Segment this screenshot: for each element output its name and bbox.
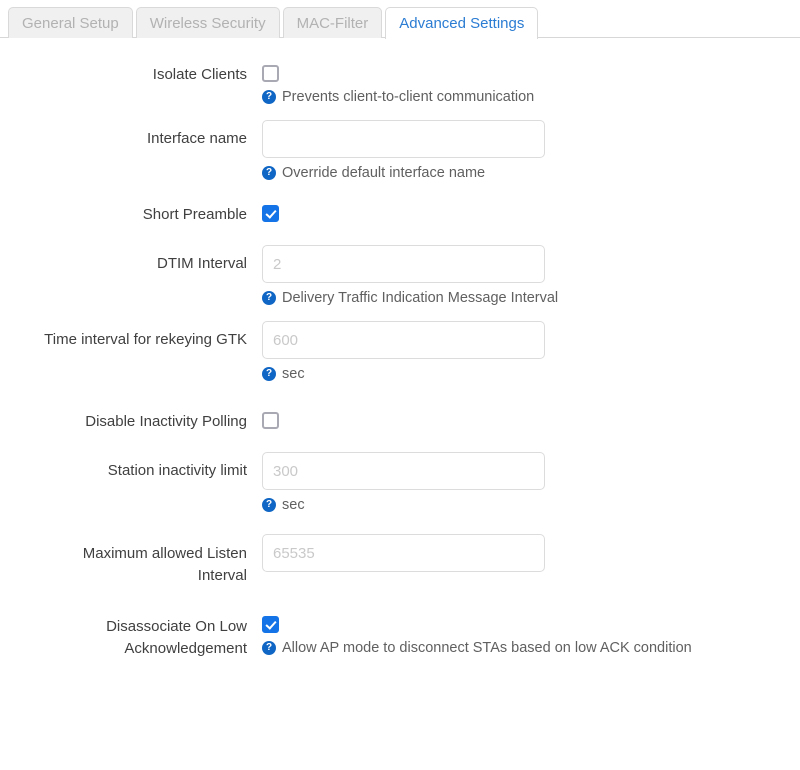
form-row-isolate-clients: Isolate Clients ? Prevents client-to-cli… [0, 56, 800, 106]
help-text: Delivery Traffic Indication Message Inte… [282, 290, 559, 306]
field-max-listen-interval [262, 534, 800, 572]
label-short-preamble: Short Preamble [142, 206, 247, 223]
form-row-short-preamble: Short Preamble [0, 196, 800, 225]
help-text: Allow AP mode to disconnect STAs based o… [282, 640, 692, 656]
label-isolate-clients: Isolate Clients [152, 66, 247, 83]
label-station-inactivity-limit: Station inactivity limit [107, 462, 247, 479]
form-row-disassoc-low-ack: Disassociate On Low Acknowledgement ? Al… [0, 607, 800, 660]
checkbox-isolate-clients[interactable] [262, 65, 279, 82]
help-icon[interactable]: ? [262, 498, 276, 512]
label-dtim-interval: DTIM Interval [156, 255, 247, 272]
help-isolate-clients: ? Prevents client-to-client communicatio… [262, 88, 800, 106]
tab-mac-filter[interactable]: MAC-Filter [282, 7, 383, 38]
field-disassoc-low-ack: ? Allow AP mode to disconnect STAs based… [262, 607, 800, 657]
help-text: sec [282, 497, 305, 513]
field-short-preamble [262, 196, 800, 222]
row-spacer [0, 383, 800, 403]
row-spacer [0, 432, 800, 452]
label-disassoc-low-ack: Disassociate On Low Acknowledgement [0, 607, 262, 660]
input-station-inactivity-limit[interactable] [262, 452, 545, 490]
help-icon[interactable]: ? [262, 166, 276, 180]
help-station-inactivity-limit: ? sec [262, 496, 800, 514]
label-line-1: Maximum allowed Listen [82, 545, 247, 562]
form-row-station-inactivity-limit: Station inactivity limit ? sec [0, 452, 800, 514]
input-dtim-interval[interactable] [262, 245, 545, 283]
row-spacer [0, 587, 800, 607]
advanced-settings-form: Isolate Clients ? Prevents client-to-cli… [0, 38, 800, 660]
field-dtim-interval: ? Delivery Traffic Indication Message In… [262, 245, 800, 307]
tab-general-setup[interactable]: General Setup [8, 7, 133, 38]
form-row-interface-name: Interface name ? Override default interf… [0, 120, 800, 182]
help-icon[interactable]: ? [262, 641, 276, 655]
help-icon[interactable]: ? [262, 90, 276, 104]
form-row-max-listen-interval: Maximum allowed Listen Interval [0, 534, 800, 587]
form-row-disable-inactivity-polling: Disable Inactivity Polling [0, 403, 800, 432]
tab-advanced-settings[interactable]: Advanced Settings [385, 7, 539, 39]
label-line-2: Interval [197, 567, 247, 584]
help-disassoc-low-ack: ? Allow AP mode to disconnect STAs based… [262, 639, 800, 657]
row-spacer [0, 182, 800, 196]
input-rekey-gtk[interactable] [262, 321, 545, 359]
help-text: Prevents client-to-client communication [282, 89, 535, 105]
help-icon[interactable]: ? [262, 367, 276, 381]
help-dtim-interval: ? Delivery Traffic Indication Message In… [262, 289, 800, 307]
form-row-rekey-gtk: Time interval for rekeying GTK ? sec [0, 321, 800, 383]
label-rekey-gtk: Time interval for rekeying GTK [44, 331, 247, 348]
row-spacer [0, 307, 800, 321]
input-interface-name[interactable] [262, 120, 545, 158]
tab-wireless-security[interactable]: Wireless Security [135, 7, 280, 38]
row-spacer [0, 514, 800, 534]
form-row-dtim-interval: DTIM Interval ? Delivery Traffic Indicat… [0, 245, 800, 307]
help-text: sec [282, 366, 305, 382]
label-line-2: Acknowledgement [124, 640, 247, 657]
checkbox-disassoc-low-ack[interactable] [262, 616, 279, 633]
checkbox-short-preamble[interactable] [262, 205, 279, 222]
help-text: Override default interface name [282, 165, 486, 181]
row-spacer [0, 106, 800, 120]
tab-bar: General Setup Wireless Security MAC-Filt… [0, 0, 800, 39]
field-disable-inactivity-polling [262, 403, 800, 429]
help-interface-name: ? Override default interface name [262, 164, 800, 182]
label-disable-inactivity-polling: Disable Inactivity Polling [85, 413, 247, 430]
field-rekey-gtk: ? sec [262, 321, 800, 383]
help-icon[interactable]: ? [262, 291, 276, 305]
label-max-listen-interval: Maximum allowed Listen Interval [0, 534, 262, 587]
help-rekey-gtk: ? sec [262, 365, 800, 383]
label-line-1: Disassociate On Low [106, 618, 247, 635]
field-station-inactivity-limit: ? sec [262, 452, 800, 514]
label-interface-name: Interface name [146, 130, 247, 147]
input-max-listen-interval[interactable] [262, 534, 545, 572]
field-isolate-clients: ? Prevents client-to-client communicatio… [262, 56, 800, 106]
field-interface-name: ? Override default interface name [262, 120, 800, 182]
checkbox-disable-inactivity-polling[interactable] [262, 412, 279, 429]
row-spacer [0, 225, 800, 245]
